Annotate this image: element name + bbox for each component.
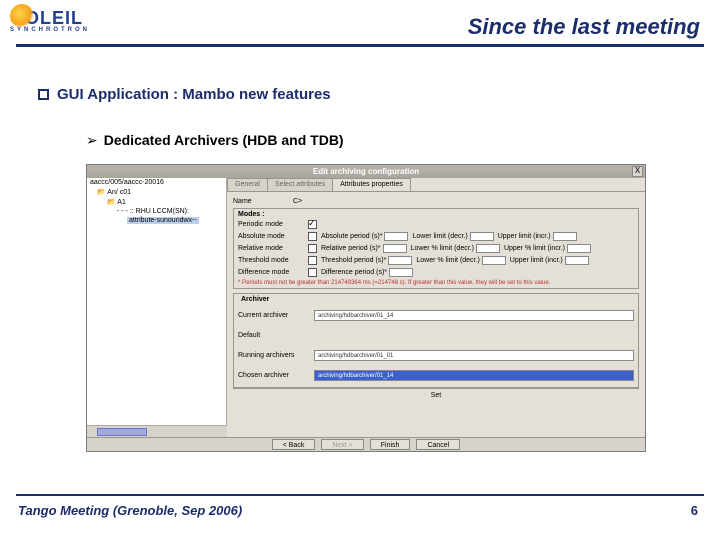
bullet-level-1: GUI Application : Mambo new features: [38, 86, 331, 103]
default-label: Default: [238, 332, 308, 339]
rel-lower-input[interactable]: [476, 244, 500, 253]
archiver-box: Archiver Current archiver archiving/hdba…: [233, 293, 639, 388]
current-archiver-value: archiving/hdbarchiver/01_14: [314, 310, 634, 321]
page-number: 6: [691, 503, 698, 518]
dialog-titlebar[interactable]: Edit archiving configuration X: [87, 165, 645, 178]
arrow-bullet-icon: ➢: [86, 132, 98, 148]
rel-period-input[interactable]: [383, 244, 407, 253]
name-value: C>: [293, 198, 639, 205]
chosen-archiver-value[interactable]: archiving/hdbarchiver/01_14: [314, 370, 634, 381]
next-button: Next >: [321, 439, 363, 450]
threshold-label: Threshold mode: [238, 257, 304, 264]
thr-period-label: Threshold period (s)*: [321, 257, 386, 264]
tree-scrollbar[interactable]: [87, 425, 227, 437]
rel-lower-label: Lower % limit (decr.): [411, 245, 474, 252]
back-button[interactable]: < Back: [272, 439, 316, 450]
rel-upper-input[interactable]: [567, 244, 591, 253]
footer-rule: [16, 494, 704, 496]
thr-lower-label: Lower % limit (decr.): [416, 257, 479, 264]
scrollbar-thumb[interactable]: [97, 428, 147, 436]
absolute-label: Absolute mode: [238, 233, 304, 240]
bullet1-text: GUI Application : Mambo new features: [57, 86, 331, 103]
current-archiver-label: Current archiver: [238, 312, 308, 319]
periodic-checkbox[interactable]: [308, 220, 317, 229]
rel-upper-label: Upper % limit (incr.): [504, 245, 565, 252]
cancel-button[interactable]: Cancel: [416, 439, 460, 450]
tree-leaf[interactable]: - - - :: RHU LCCM(SN):: [87, 207, 226, 216]
thr-period-input[interactable]: [388, 256, 412, 265]
tree-child[interactable]: 📂 A1: [87, 197, 226, 207]
nav-buttons: < Back Next > Finish Cancel: [87, 437, 645, 451]
periodic-label: Periodic mode: [238, 221, 304, 228]
abs-lower-input[interactable]: [470, 232, 494, 241]
sun-icon: [10, 4, 34, 28]
bullet-level-2: ➢ Dedicated Archivers (HDB and TDB): [86, 132, 344, 149]
square-bullet-icon: [38, 89, 49, 100]
difference-checkbox[interactable]: [308, 268, 317, 277]
right-pane: General Select attributes Attributes pro…: [227, 178, 645, 451]
abs-lower-label: Lower limit (decr.): [412, 233, 467, 240]
abs-period-label: Absolute period (s)*: [321, 233, 382, 240]
set-bar: Set: [233, 388, 639, 402]
period-warning: * Periods must not be greater than 21474…: [238, 280, 634, 286]
relative-label: Relative mode: [238, 245, 304, 252]
tabs: General Select attributes Attributes pro…: [227, 178, 645, 192]
difference-label: Difference mode: [238, 269, 304, 276]
tab-select-attributes[interactable]: Select attributes: [267, 178, 333, 191]
header-rule: [16, 44, 704, 47]
footer-text: Tango Meeting (Grenoble, Sep 2006): [18, 503, 242, 518]
logo: SOLEIL SYNCHROTRON: [10, 8, 90, 33]
tree-pane[interactable]: aaccc/005/aaccc-20016 📂 An/ c01 📂 A1 - -…: [87, 178, 227, 451]
abs-upper-input[interactable]: [553, 232, 577, 241]
running-archivers-value[interactable]: archiving/hdbarchiver/01_01: [314, 350, 634, 361]
running-archivers-label: Running archivers: [238, 352, 308, 359]
name-label: Name: [233, 198, 293, 205]
tree-device[interactable]: 📂 An/ c01: [87, 187, 226, 197]
set-button[interactable]: Set: [431, 392, 442, 399]
finish-button[interactable]: Finish: [370, 439, 411, 450]
relative-checkbox[interactable]: [308, 244, 317, 253]
chosen-archiver-label: Chosen archiver: [238, 372, 308, 379]
dif-period-label: Difference period (s)*: [321, 269, 387, 276]
dif-period-input[interactable]: [389, 268, 413, 277]
close-icon[interactable]: X: [632, 166, 643, 177]
thr-upper-input[interactable]: [565, 256, 589, 265]
modes-box: Modes : Periodic mode Absolute mode Abso…: [233, 208, 639, 289]
absolute-checkbox[interactable]: [308, 232, 317, 241]
abs-period-input[interactable]: [384, 232, 408, 241]
tab-attributes-properties[interactable]: Attributes properties: [332, 178, 411, 191]
dialog-title: Edit archiving configuration: [87, 165, 645, 178]
slide-title: Since the last meeting: [468, 14, 700, 40]
abs-upper-label: Upper limit (incr.): [498, 233, 551, 240]
threshold-checkbox[interactable]: [308, 256, 317, 265]
thr-upper-label: Upper limit (incr.): [510, 257, 563, 264]
tree-attribute[interactable]: attribute-sunoundwx--: [87, 216, 226, 225]
modes-label: Modes :: [238, 211, 634, 218]
rel-period-label: Relative period (s)*: [321, 245, 381, 252]
form-zone: Name C> Modes : Periodic mode Absolute m…: [227, 192, 645, 451]
thr-lower-input[interactable]: [482, 256, 506, 265]
archiver-legend: Archiver: [238, 296, 272, 303]
bullet2-text: Dedicated Archivers (HDB and TDB): [104, 132, 344, 148]
dialog: Edit archiving configuration X aaccc/005…: [86, 164, 646, 452]
tab-general[interactable]: General: [227, 178, 268, 191]
tree-root[interactable]: aaccc/005/aaccc-20016: [87, 178, 226, 187]
